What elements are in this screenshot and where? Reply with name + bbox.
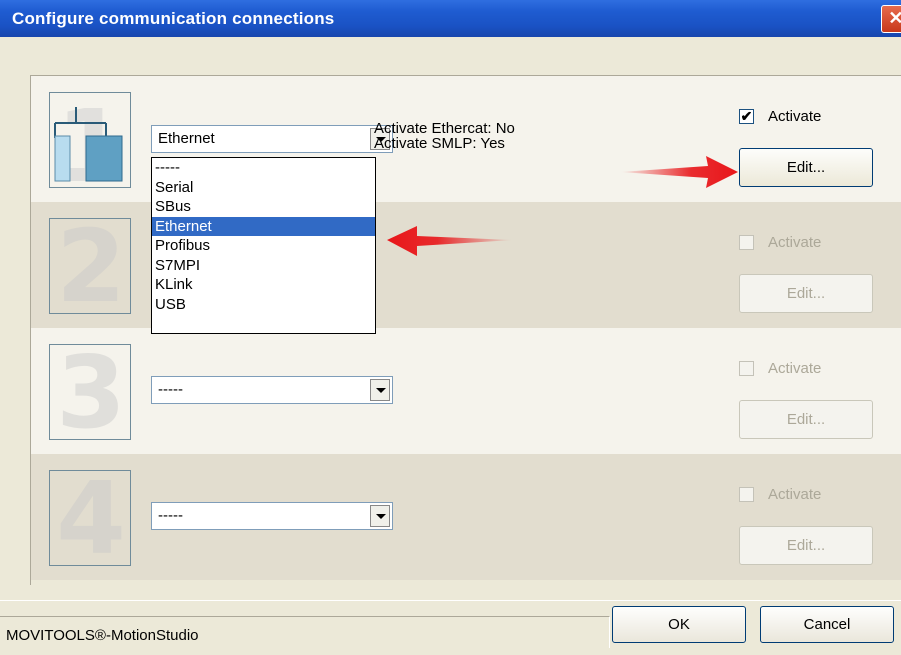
dropdown-option-selected[interactable]: Ethernet [152,216,375,236]
edit-button-4[interactable]: Edit... [739,526,873,565]
red-arrow-icon [620,156,738,188]
close-button[interactable]: ✕ [881,5,901,33]
combo-value: Ethernet [158,130,215,147]
status-text: MOVITOOLS®-MotionStudio [6,627,199,644]
combo-value: ----- [158,507,183,524]
row-number: 3 [56,334,126,451]
connection-type-select-3[interactable]: ----- [151,376,393,404]
dropdown-option[interactable]: USB [152,295,375,315]
activate-checkbox-3[interactable] [739,361,754,376]
activate-label: Activate [768,360,822,377]
activate-checkbox-2[interactable] [739,235,754,250]
activate-checkbox-4[interactable] [739,487,754,502]
footer-separator [0,600,901,601]
ethercat-status: Activate Ethercat: No [374,120,515,137]
connection-row-4: 4 ----- Activate Edit... [31,454,901,580]
window-title: Configure communication connections [12,9,335,28]
activate-label: Activate [768,108,822,125]
dropdown-option[interactable]: KLink [152,275,375,295]
dropdown-option[interactable]: Profibus [152,236,375,256]
connection-row-3: 3 ----- Activate Edit... [31,328,901,454]
red-arrow-icon [387,226,513,256]
number-4-icon: 4 [49,465,131,573]
dropdown-option[interactable]: S7MPI [152,256,375,276]
row-number: 4 [56,460,126,577]
ok-button[interactable]: OK [612,606,746,643]
dropdown-option[interactable]: SBus [152,197,375,217]
network-tree-icon: 1 [49,88,131,205]
dropdown-option[interactable]: ----- [152,158,375,178]
edit-button-3[interactable]: Edit... [739,400,873,439]
connection-info: Activate Ethercat: No Activate SMLP: Yes [374,121,515,151]
title-bar: Configure communication connections ✕ [0,0,901,37]
chevron-down-icon[interactable] [370,505,390,527]
activate-label: Activate [768,486,822,503]
status-bar: MOVITOOLS®-MotionStudio [0,616,610,648]
activate-label: Activate [768,234,822,251]
connection-type-select-4[interactable]: ----- [151,502,393,530]
activate-checkbox-1[interactable]: ✔ [739,109,754,124]
combo-value: ----- [158,381,183,398]
cancel-button[interactable]: Cancel [760,606,894,643]
edit-button-1[interactable]: Edit... [739,148,873,187]
number-2-icon: 2 [49,213,131,321]
connection-type-select-1[interactable]: Ethernet [151,125,393,153]
smlp-status: Activate SMLP: Yes [374,135,505,152]
number-3-icon: 3 [49,339,131,447]
dropdown-option[interactable]: Serial [152,178,375,198]
edit-button-2[interactable]: Edit... [739,274,873,313]
chevron-down-icon[interactable] [370,379,390,401]
row-number: 2 [56,208,126,325]
connection-type-dropdown-list[interactable]: ----- Serial SBus Ethernet Profibus S7MP… [151,157,376,334]
